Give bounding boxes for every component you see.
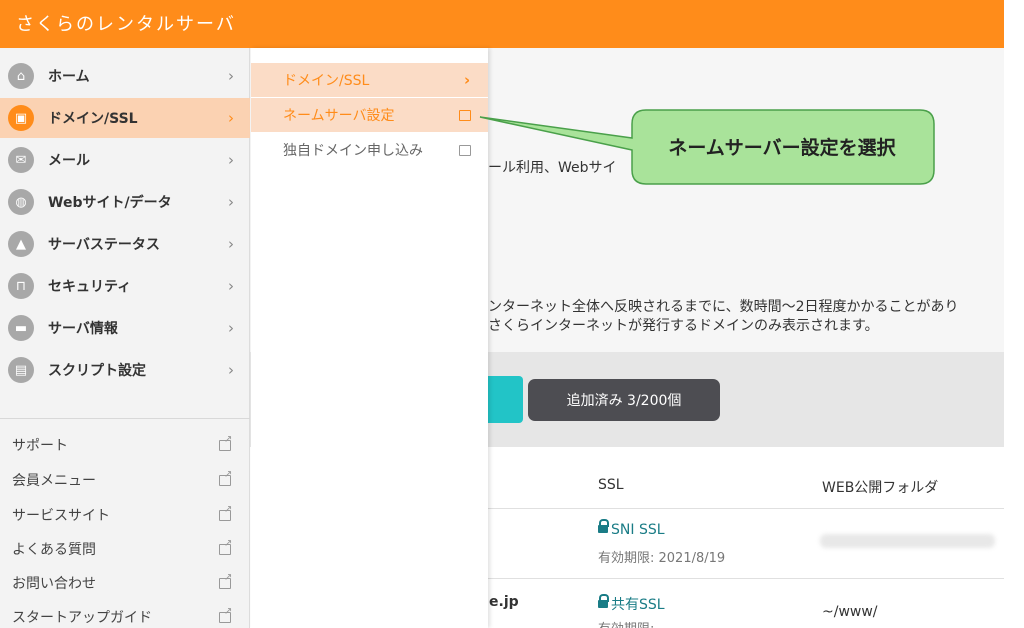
sidebar-item-label: セキュリティ — [48, 279, 132, 295]
sidebar-link-label: お問い合わせ — [12, 576, 96, 592]
external-link-icon — [219, 469, 232, 486]
sidebar-item-website-data[interactable]: ◍ Webサイト/データ › — [0, 182, 250, 222]
notice-text-line1: ンターネット全体へ反映されるまでに、数時間〜2日程度かかることがあり — [488, 299, 959, 315]
external-link-icon — [219, 504, 232, 521]
column-header-web-folder: WEB公開フォルダ — [822, 480, 939, 496]
lock-icon — [598, 519, 609, 533]
flyout-item-nameserver-settings[interactable]: ネームサーバ設定 — [251, 98, 488, 132]
chevron-right-icon: › — [228, 277, 234, 295]
server-icon: ▬ — [8, 315, 34, 341]
chevron-right-icon: › — [228, 67, 234, 85]
sidebar-item-label: Webサイト/データ — [48, 195, 172, 211]
notice-text-line2: さくらインターネットが発行するドメインのみ表示されます。 — [488, 318, 879, 334]
chart-icon: ▲ — [8, 231, 34, 257]
sidebar-item-label: ドメイン/SSL — [48, 111, 138, 127]
flyout-item-label: 独自ドメイン申し込み — [283, 143, 423, 159]
sidebar-link-label: よくある質問 — [12, 542, 96, 558]
external-link-icon — [219, 434, 232, 451]
domain-ssl-flyout-menu: ドメイン/SSL › ネームサーバ設定 独自ドメイン申し込み — [251, 48, 488, 628]
right-gutter — [1004, 0, 1024, 628]
web-folder-row2: ~/www/ — [822, 604, 878, 620]
sidebar-item-domain-ssl[interactable]: ▣ ドメイン/SSL › — [0, 98, 250, 138]
top-header-bar: さくらのレンタルサーバ — [0, 0, 1004, 48]
sidebar-link-member-menu[interactable]: 会員メニュー — [0, 465, 250, 495]
app-title[interactable]: さくらのレンタルサーバ — [16, 10, 236, 36]
chevron-right-icon: › — [228, 361, 234, 379]
row-divider — [488, 578, 1004, 579]
sidebar-link-service-site[interactable]: サービスサイト — [0, 500, 250, 530]
flyout-header-label: ドメイン/SSL — [283, 73, 370, 89]
column-header-ssl: SSL — [598, 477, 624, 493]
sidebar-divider — [0, 418, 250, 419]
sidebar-item-server-info[interactable]: ▬ サーバ情報 › — [0, 308, 250, 348]
sidebar: ⌂ ホーム › ▣ ドメイン/SSL › ✉ メール › ◍ Webサイト/デー… — [0, 48, 250, 628]
ssl-type-row2[interactable]: 共有SSL — [598, 594, 665, 614]
chevron-right-icon: › — [228, 193, 234, 211]
sidebar-link-support[interactable]: サポート — [0, 430, 250, 460]
sidebar-item-home[interactable]: ⌂ ホーム › — [0, 56, 250, 96]
sidebar-link-startup-guide[interactable]: スタートアップガイド — [0, 602, 250, 628]
sidebar-link-faq[interactable]: よくある質問 — [0, 534, 250, 564]
script-icon: ▤ — [8, 357, 34, 383]
globe-icon: ◍ — [8, 189, 34, 215]
sidebar-link-contact[interactable]: お問い合わせ — [0, 568, 250, 598]
mail-icon: ✉ — [8, 147, 34, 173]
home-icon: ⌂ — [8, 63, 34, 89]
sidebar-item-label: ホーム — [48, 69, 90, 85]
domain-count-badge: 追加済み 3/200個 — [528, 379, 720, 421]
sidebar-item-label: サーバ情報 — [48, 321, 118, 337]
lock-icon — [598, 594, 609, 608]
sidebar-item-security[interactable]: ⊓ セキュリティ › — [0, 266, 250, 306]
sidebar-link-label: サポート — [12, 438, 68, 454]
flyout-item-label: ネームサーバ設定 — [283, 108, 395, 124]
chevron-right-icon: › — [228, 151, 234, 169]
sidebar-link-label: 会員メニュー — [12, 473, 96, 489]
domain-lock-icon: ▣ — [8, 105, 34, 131]
external-link-icon — [219, 572, 232, 589]
chevron-right-icon: › — [228, 235, 234, 253]
flyout-header-domain-ssl[interactable]: ドメイン/SSL › — [251, 63, 488, 97]
sidebar-item-label: サーバステータス — [48, 237, 160, 253]
sidebar-item-label: メール — [48, 153, 90, 169]
external-link-icon — [459, 144, 471, 156]
flyout-item-domain-application[interactable]: 独自ドメイン申し込み — [251, 133, 488, 167]
external-link-icon — [219, 538, 232, 555]
sidebar-link-label: サービスサイト — [12, 508, 110, 524]
sidebar-link-label: スタートアップガイド — [12, 610, 152, 626]
sidebar-item-mail[interactable]: ✉ メール › — [0, 140, 250, 180]
sidebar-item-script-settings[interactable]: ▤ スクリプト設定 › — [0, 350, 250, 390]
ssl-expiry-row2: 有効期限: - — [598, 618, 663, 628]
sidebar-item-label: スクリプト設定 — [48, 363, 146, 379]
sidebar-item-server-status[interactable]: ▲ サーバステータス › — [0, 224, 250, 264]
domain-name-row2[interactable]: e.jp — [489, 594, 519, 610]
lock-icon: ⊓ — [8, 273, 34, 299]
ssl-expiry-row1: 有効期限: 2021/8/19 — [598, 551, 726, 566]
chevron-right-icon: › — [228, 109, 234, 127]
blurred-folder-path — [820, 534, 995, 548]
chevron-right-icon: › — [228, 319, 234, 337]
intro-text-partial: ール利用、Webサイ — [488, 160, 617, 176]
external-link-icon — [459, 109, 471, 121]
external-link-icon — [219, 606, 232, 623]
row-divider — [488, 508, 1004, 509]
ssl-type-row1[interactable]: SNI SSL — [598, 519, 665, 538]
chevron-right-icon: › — [464, 71, 471, 89]
